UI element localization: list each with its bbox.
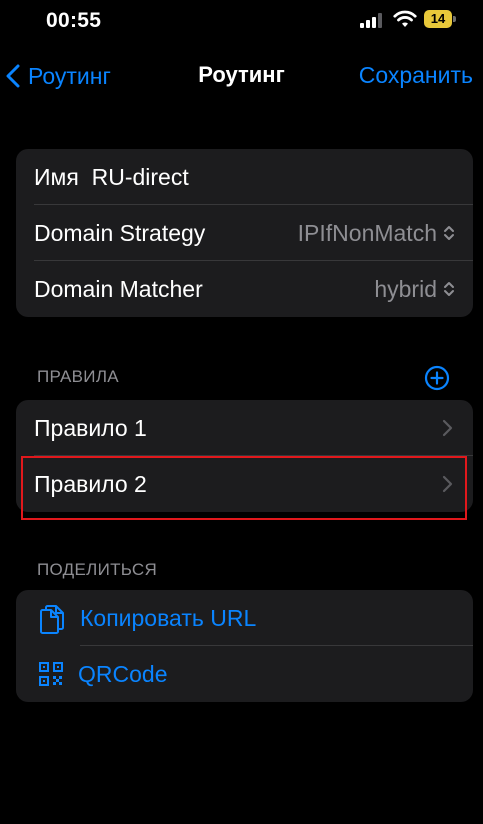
navigation-bar: Роутинг Роутинг Сохранить bbox=[0, 56, 483, 96]
chevron-right-icon bbox=[442, 419, 453, 437]
save-button[interactable]: Сохранить bbox=[359, 62, 473, 89]
list-item[interactable]: Правило 1 bbox=[16, 400, 473, 456]
updown-chevron-icon bbox=[444, 282, 454, 296]
copy-url-label: Копировать URL bbox=[80, 604, 257, 631]
name-label: Имя RU-direct bbox=[34, 163, 189, 190]
share-group: Копировать URL QRCode bbox=[16, 590, 473, 702]
rules-header: ПРАВИЛА bbox=[37, 367, 119, 386]
wifi-icon bbox=[393, 10, 417, 29]
battery-icon: 14 bbox=[424, 10, 456, 28]
status-time: 00:55 bbox=[46, 9, 102, 32]
domain-strategy-picker[interactable]: IPIfNonMatch bbox=[298, 220, 455, 247]
domain-strategy-label: Domain Strategy bbox=[34, 219, 206, 246]
domain-matcher-label: Domain Matcher bbox=[34, 275, 203, 302]
status-bar: 00:55 14 bbox=[0, 0, 483, 44]
qrcode-button[interactable]: QRCode bbox=[16, 646, 473, 702]
domain-matcher-picker[interactable]: hybrid bbox=[374, 276, 455, 303]
domain-strategy-value: IPIfNonMatch bbox=[297, 219, 437, 246]
signal-icon bbox=[360, 13, 386, 28]
battery-percentage: 14 bbox=[430, 11, 446, 26]
share-header: ПОДЕЛИТЬСЯ bbox=[37, 560, 158, 579]
settings-group: Имя RU-direct Domain Strategy IPIfNonMat… bbox=[16, 149, 473, 317]
qrcode-label: QRCode bbox=[78, 660, 168, 687]
domain-matcher-value: hybrid bbox=[374, 275, 437, 302]
add-circle-icon bbox=[424, 365, 450, 391]
copy-url-button[interactable]: Копировать URL bbox=[16, 590, 473, 646]
name-field[interactable]: RU-direct bbox=[92, 164, 189, 190]
rule-label: Правило 1 bbox=[34, 414, 147, 441]
copy-document-icon bbox=[40, 605, 64, 634]
add-rule-button[interactable] bbox=[424, 365, 450, 396]
name-row[interactable]: Имя RU-direct bbox=[16, 149, 473, 205]
qrcode-icon bbox=[39, 662, 63, 686]
domain-strategy-row[interactable]: Domain Strategy IPIfNonMatch bbox=[16, 205, 473, 261]
domain-matcher-row[interactable]: Domain Matcher hybrid bbox=[16, 261, 473, 317]
highlight-box bbox=[21, 456, 467, 520]
updown-chevron-icon bbox=[444, 226, 454, 240]
